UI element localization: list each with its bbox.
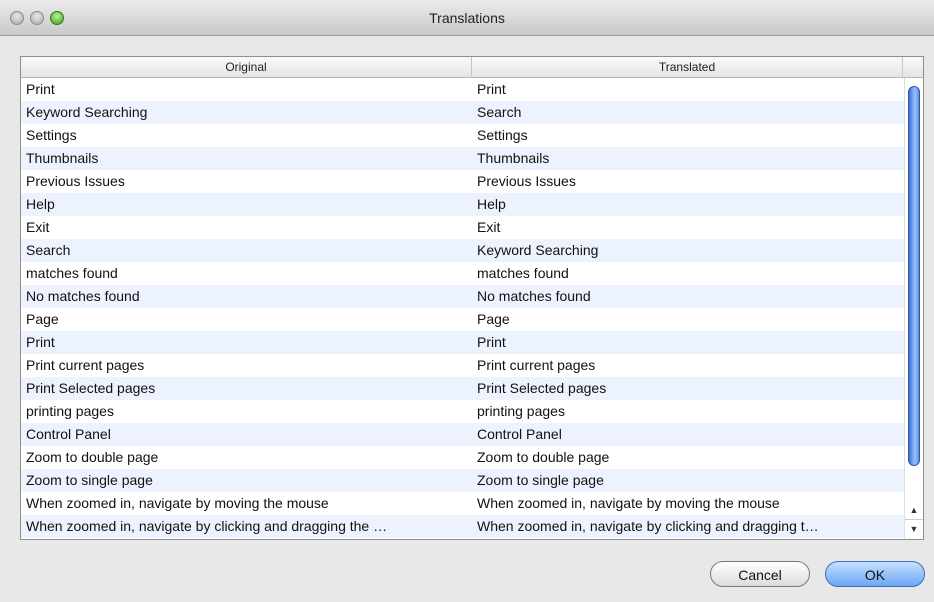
table-row[interactable]: Print Print: [21, 331, 905, 354]
cell-translated[interactable]: printing pages: [477, 400, 893, 423]
column-header-original[interactable]: Original: [21, 57, 472, 77]
cell-original: Settings: [26, 127, 77, 143]
cell-original: Search: [26, 242, 71, 258]
cell-translated[interactable]: Help: [477, 193, 893, 216]
cell-original: printing pages: [26, 403, 114, 419]
cell-translated[interactable]: Search: [477, 101, 893, 124]
translations-table: Original Translated Print Print Keyword Se…: [20, 56, 924, 540]
table-row[interactable]: Help Help: [21, 193, 905, 216]
table-row[interactable]: Page Page: [21, 308, 905, 331]
cell-translated[interactable]: No matches found: [477, 285, 893, 308]
cell-original: Keyword Searching: [26, 104, 148, 120]
table-row[interactable]: No matches found No matches found: [21, 285, 905, 308]
table-row[interactable]: Thumbnails Thumbnails: [21, 147, 905, 170]
table-row[interactable]: Exit Exit: [21, 216, 905, 239]
cell-translated[interactable]: Page: [477, 308, 893, 331]
cell-translated[interactable]: Exit: [477, 216, 893, 239]
cell-translated[interactable]: When zoomed in, navigate by moving the m…: [477, 492, 893, 515]
table-row[interactable]: Print Print: [21, 78, 905, 101]
cell-original: Help: [26, 196, 55, 212]
scroll-up-icon[interactable]: ▲: [905, 501, 923, 519]
cell-translated[interactable]: matches found: [477, 262, 893, 285]
cell-translated[interactable]: Keyword Searching: [477, 239, 893, 262]
cell-translated[interactable]: Control Panel: [477, 423, 893, 446]
table-row[interactable]: Zoom to single page Zoom to single page: [21, 469, 905, 492]
table-row[interactable]: printing pages printing pages: [21, 400, 905, 423]
cell-original: Print Selected pages: [26, 380, 156, 396]
translations-window: Translations Original Translated Print Pr…: [0, 0, 934, 602]
cancel-button[interactable]: Cancel: [710, 561, 810, 587]
cell-translated[interactable]: Print: [477, 331, 893, 354]
cell-original: No matches found: [26, 288, 140, 304]
cell-translated[interactable]: Print Selected pages: [477, 377, 893, 400]
scrollbar-thumb[interactable]: [908, 86, 920, 466]
cell-original: When zoomed in, navigate by moving the m…: [26, 495, 329, 511]
column-header-translated[interactable]: Translated: [472, 57, 903, 77]
table-row[interactable]: When zoomed in, navigate by clicking and…: [21, 515, 905, 538]
cell-original: Zoom to single page: [26, 472, 153, 488]
cell-original: Print current pages: [26, 357, 145, 373]
cell-original: Control Panel: [26, 426, 111, 442]
cell-original: Thumbnails: [26, 150, 99, 166]
table-body: Print Print Keyword Searching Search Setting…: [21, 78, 905, 539]
cell-original: matches found: [26, 265, 118, 281]
table-row[interactable]: Search Keyword Searching: [21, 239, 905, 262]
cell-original: Previous Issues: [26, 173, 125, 189]
cell-original: Zoom to double page: [26, 449, 159, 465]
table-row[interactable]: Settings Settings: [21, 124, 905, 147]
cell-original: When zoomed in, navigate by clicking and…: [26, 518, 388, 534]
table-header: Original Translated: [21, 57, 923, 78]
table-row[interactable]: Control Panel Control Panel: [21, 423, 905, 446]
cell-translated[interactable]: Previous Issues: [477, 170, 893, 193]
cell-translated[interactable]: Zoom to double page: [477, 446, 893, 469]
table-row[interactable]: Keyword Searching Search: [21, 101, 905, 124]
table-row[interactable]: matches found matches found: [21, 262, 905, 285]
cell-translated[interactable]: Print current pages: [477, 354, 893, 377]
title-bar: Translations: [0, 0, 934, 36]
cell-original: Print: [26, 81, 55, 97]
window-title: Translations: [429, 10, 505, 26]
scroll-down-icon[interactable]: ▼: [905, 519, 923, 538]
ok-button[interactable]: OK: [825, 561, 925, 587]
cell-original: Print: [26, 334, 55, 350]
cell-translated[interactable]: Print: [477, 78, 893, 101]
vertical-scrollbar[interactable]: ▲ ▼: [904, 78, 923, 539]
cell-translated[interactable]: Zoom to single page: [477, 469, 893, 492]
dialog-content: Original Translated Print Print Keyword Se…: [0, 36, 934, 602]
table-row[interactable]: When zoomed in, navigate by moving the m…: [21, 492, 905, 515]
cell-translated[interactable]: Thumbnails: [477, 147, 893, 170]
table-row[interactable]: Print current pages Print current pages: [21, 354, 905, 377]
table-row[interactable]: Zoom to double page Zoom to double page: [21, 446, 905, 469]
cell-original: Page: [26, 311, 59, 327]
cell-original: Exit: [26, 219, 50, 235]
table-row[interactable]: Print Selected pages Print Selected pages: [21, 377, 905, 400]
table-row[interactable]: Previous Issues Previous Issues: [21, 170, 905, 193]
cell-translated[interactable]: When zoomed in, navigate by clicking and…: [477, 515, 893, 538]
cell-translated[interactable]: Settings: [477, 124, 893, 147]
